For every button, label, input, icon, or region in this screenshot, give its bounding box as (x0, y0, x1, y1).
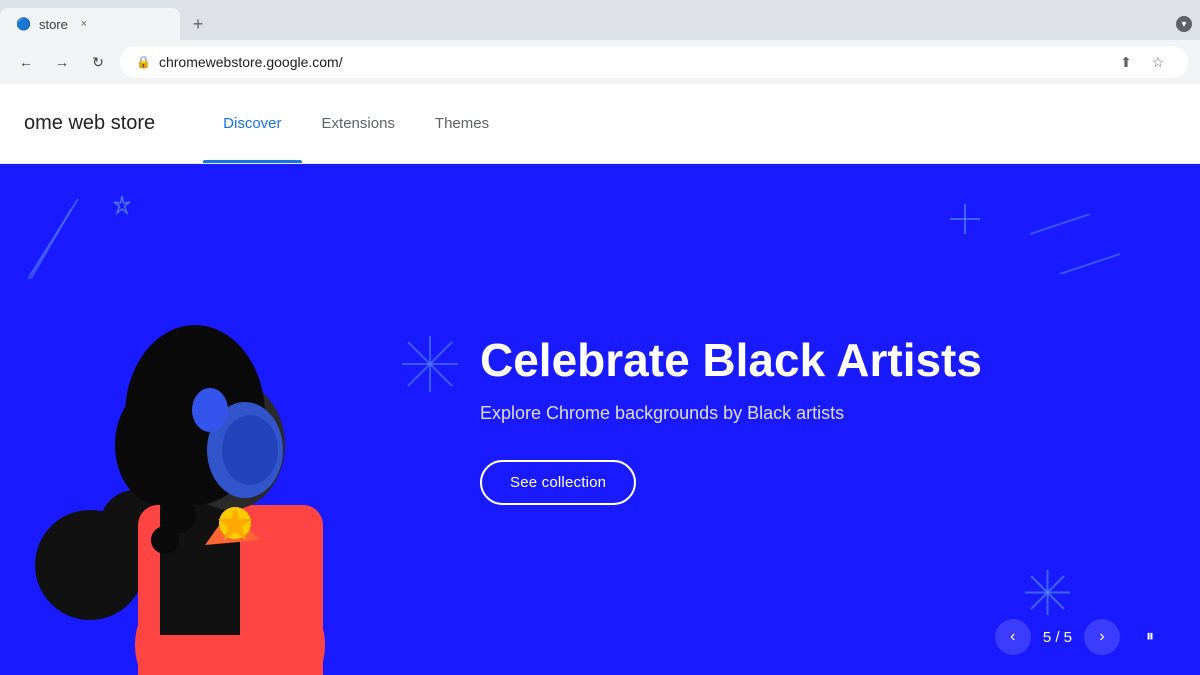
carousel-pause-button[interactable]: ⏸ (1132, 619, 1168, 655)
forward-icon: → (55, 54, 69, 70)
tab-themes[interactable]: Themes (415, 84, 509, 163)
page-content: ome web store Discover Extensions Themes (0, 84, 1200, 675)
bookmark-button[interactable]: ☆ (1144, 48, 1172, 76)
plus-icon: + (193, 14, 204, 35)
tab-close-button[interactable]: × (76, 16, 92, 32)
hero-subtitle: Explore Chrome backgrounds by Black arti… (480, 403, 1140, 424)
chevron-down-icon: ▾ (1181, 19, 1186, 30)
tab-extensions[interactable]: Extensions (302, 84, 415, 163)
tab-title: store (39, 17, 68, 32)
nav-tabs: Discover Extensions Themes (203, 84, 509, 163)
new-tab-button[interactable]: + (184, 10, 212, 38)
hero-illustration (0, 164, 420, 675)
forward-button[interactable]: → (48, 48, 76, 76)
address-bar-icons: ⬆ ☆ (1112, 48, 1172, 76)
deco-lines-topright (1030, 214, 1120, 274)
browser-chrome: 🔵 store × + ▾ ← → ↻ 🔒 chromewebstore.goo… (0, 0, 1200, 84)
site-logo: ome web store (24, 112, 155, 135)
tab-favicon: 🔵 (16, 17, 31, 31)
window-minimize-button[interactable]: ▾ (1176, 16, 1192, 32)
back-button[interactable]: ← (12, 48, 40, 76)
close-icon: × (81, 18, 87, 30)
deco-asterisk-bottomright (1025, 570, 1070, 615)
hero-banner: Celebrate Black Artists Explore Chrome b… (0, 164, 1200, 675)
themes-tab-label: Themes (435, 115, 489, 132)
refresh-icon: ↻ (92, 54, 104, 71)
share-button[interactable]: ⬆ (1112, 48, 1140, 76)
artist-figure-svg (30, 255, 410, 675)
star-icon: ☆ (1152, 54, 1165, 71)
lock-icon: 🔒 (136, 55, 151, 69)
carousel-count: 5 / 5 (1043, 629, 1072, 646)
see-collection-button[interactable]: See collection (480, 460, 636, 505)
tab-bar: 🔵 store × + ▾ (0, 0, 1200, 40)
deco-cross-topright (950, 204, 980, 234)
share-icon: ⬆ (1120, 54, 1132, 71)
discover-tab-label: Discover (223, 115, 281, 132)
url-text: chromewebstore.google.com/ (159, 54, 1104, 70)
extensions-tab-label: Extensions (322, 115, 395, 132)
carousel-prev-button[interactable]: ‹ (995, 619, 1031, 655)
hero-content: Celebrate Black Artists Explore Chrome b… (420, 294, 1200, 545)
url-bar[interactable]: 🔒 chromewebstore.google.com/ ⬆ ☆ (120, 46, 1188, 78)
pause-icon: ⏸ (1146, 628, 1154, 646)
carousel-next-button[interactable]: › (1084, 619, 1120, 655)
carousel-controls: ‹ 5 / 5 › ⏸ (995, 619, 1168, 655)
hero-title: Celebrate Black Artists (480, 334, 1140, 387)
back-icon: ← (19, 54, 33, 70)
chevron-left-icon: ‹ (1010, 628, 1015, 646)
address-bar-row: ← → ↻ 🔒 chromewebstore.google.com/ ⬆ ☆ (0, 40, 1200, 84)
chevron-right-icon: › (1099, 628, 1104, 646)
active-tab[interactable]: 🔵 store × (0, 8, 180, 40)
site-nav: ome web store Discover Extensions Themes (0, 84, 1200, 164)
refresh-button[interactable]: ↻ (84, 48, 112, 76)
tab-discover[interactable]: Discover (203, 84, 301, 163)
